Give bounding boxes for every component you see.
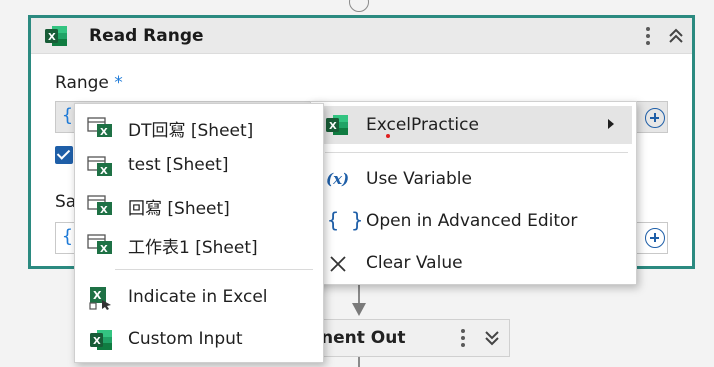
svg-text:X: X (100, 244, 108, 255)
connector-arrow (352, 303, 366, 316)
value-options-menu: X ExcelPractice (x) Use Variable { } Ope… (310, 101, 637, 285)
svg-text:X: X (93, 289, 102, 302)
svg-text:X: X (329, 121, 337, 132)
menu-item-label: Use Variable (366, 169, 472, 189)
menu-item-label: ExcelPractice (366, 115, 479, 135)
svg-text:X: X (100, 166, 108, 177)
range-add-button[interactable] (645, 108, 665, 128)
expand-icon[interactable] (483, 329, 501, 347)
required-mark: * (114, 73, 123, 93)
menu-item-sheet-1[interactable]: X 工作表1 [Sheet] (75, 224, 323, 262)
brace-icon: { (62, 226, 73, 247)
connector-line-lower (358, 356, 360, 367)
sheet-submenu: X DT回寫 [Sheet] X test [Sheet] X 回寫 [Shee… (74, 103, 324, 363)
menu-item-label: test [Sheet] (128, 155, 229, 175)
menu-item-sheet-writeback[interactable]: X 回寫 [Sheet] (75, 185, 323, 223)
menu-item-label: 工作表1 [Sheet] (128, 238, 258, 258)
save-to-add-button[interactable] (645, 228, 665, 248)
excel-icon: X (45, 26, 67, 46)
more-options-icon[interactable] (640, 26, 656, 46)
menu-separator (115, 269, 313, 270)
excel-icon: X (90, 330, 112, 350)
menu-item-custom-input[interactable]: X Custom Input (75, 320, 323, 358)
excel-sheet-icon: X (87, 117, 112, 138)
more-options-icon[interactable] (455, 328, 471, 348)
menu-item-excelpractice[interactable]: X ExcelPractice (315, 106, 632, 144)
menu-item-advanced-editor[interactable]: { } Open in Advanced Editor (311, 202, 636, 240)
menu-item-label: Clear Value (366, 253, 463, 273)
add-headers-checkbox[interactable] (55, 146, 73, 164)
svg-text:X: X (48, 32, 56, 43)
menu-separator (325, 152, 628, 153)
excel-sheet-icon: X (87, 156, 112, 177)
indicate-excel-icon: X (89, 287, 111, 310)
excel-icon: X (326, 115, 348, 135)
svg-text:X: X (100, 127, 108, 138)
excel-sheet-icon: X (87, 234, 112, 255)
activity-header[interactable]: X Read Range (31, 18, 692, 54)
submenu-arrow-icon (608, 119, 614, 129)
menu-item-label: 回寫 [Sheet] (128, 199, 230, 219)
menu-item-use-variable[interactable]: (x) Use Variable (311, 160, 636, 198)
activity-title: nent Out (321, 328, 406, 348)
brace-icon: { (62, 105, 73, 126)
comment-out-activity-card[interactable]: nent Out (300, 319, 510, 357)
menu-item-label: DT回寫 [Sheet] (128, 121, 254, 141)
menu-item-clear-value[interactable]: Clear Value (311, 244, 636, 282)
menu-item-label: Open in Advanced Editor (366, 211, 578, 231)
svg-text:X: X (93, 336, 101, 347)
indicator-dot (386, 134, 390, 138)
menu-item-indicate-in-excel[interactable]: X Indicate in Excel (75, 278, 323, 316)
add-activity-top-button[interactable] (349, 0, 369, 12)
excel-sheet-icon: X (87, 195, 112, 216)
variable-icon: (x) (326, 170, 350, 188)
close-icon (330, 256, 346, 272)
menu-item-label: Indicate in Excel (128, 287, 268, 307)
menu-item-sheet-test[interactable]: X test [Sheet] (75, 146, 323, 184)
menu-item-sheet-dt[interactable]: X DT回寫 [Sheet] (75, 107, 323, 145)
range-label-text: Range (55, 73, 109, 93)
braces-icon: { } (327, 208, 364, 232)
activity-title: Read Range (89, 26, 204, 46)
range-label: Range * (55, 73, 123, 93)
menu-item-label: Custom Input (128, 329, 243, 349)
svg-text:X: X (100, 205, 108, 216)
collapse-icon[interactable] (667, 27, 685, 45)
